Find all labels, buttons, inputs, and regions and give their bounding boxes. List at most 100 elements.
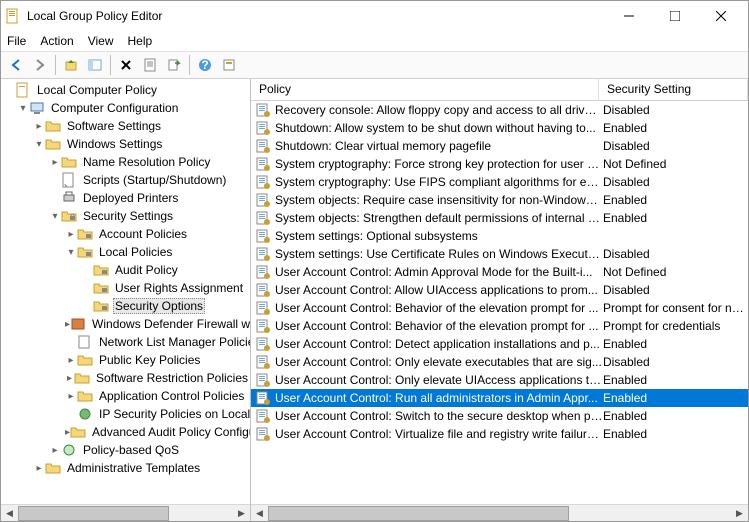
minimize-button[interactable]: [606, 1, 652, 31]
collapsed-icon[interactable]: ▸: [49, 157, 61, 168]
maximize-button[interactable]: [652, 1, 698, 31]
menu-help[interactable]: Help: [128, 34, 153, 48]
policy-name: User Account Control: Run all administra…: [275, 391, 603, 405]
tree-app-control[interactable]: ▸ Application Control Policies: [3, 387, 250, 405]
tree-name-resolution[interactable]: ▸Name Resolution Policy: [3, 153, 250, 171]
tree-scrollbar[interactable]: ◀ ▶: [1, 504, 250, 521]
help-button[interactable]: ?: [194, 54, 216, 76]
filter-button[interactable]: [218, 54, 240, 76]
policy-row[interactable]: User Account Control: Allow UIAccess app…: [251, 281, 748, 299]
back-button[interactable]: [5, 54, 27, 76]
tree-user-rights[interactable]: User Rights Assignment: [3, 279, 250, 297]
folder-icon: [45, 118, 61, 134]
tree-deployed-printers[interactable]: Deployed Printers: [3, 189, 250, 207]
collapsed-icon[interactable]: ▸: [65, 373, 74, 384]
scroll-left-icon[interactable]: ◀: [251, 505, 268, 522]
tree-label: Audit Policy: [113, 263, 180, 277]
scroll-right-icon[interactable]: ▶: [233, 505, 250, 522]
menu-action[interactable]: Action: [40, 34, 73, 48]
tree-computer-config[interactable]: ▾Computer Configuration: [3, 99, 250, 117]
expanded-icon[interactable]: ▾: [65, 247, 77, 258]
tree-local-policies[interactable]: ▾Local Policies: [3, 243, 250, 261]
tree-scripts[interactable]: Scripts (Startup/Shutdown): [3, 171, 250, 189]
tree-software-settings[interactable]: ▸Software Settings: [3, 117, 250, 135]
collapsed-icon[interactable]: ▸: [33, 121, 45, 132]
list-scrollbar[interactable]: ◀ ▶: [251, 504, 748, 521]
policy-row[interactable]: User Account Control: Only elevate UIAcc…: [251, 371, 748, 389]
expanded-icon[interactable]: ▾: [17, 103, 29, 114]
expanded-icon[interactable]: ▾: [49, 211, 61, 222]
tree-label: Application Control Policies: [97, 389, 246, 403]
policy-row[interactable]: User Account Control: Behavior of the el…: [251, 317, 748, 335]
policy-name: User Account Control: Behavior of the el…: [275, 301, 603, 315]
tree-advanced-audit[interactable]: ▸Advanced Audit Policy Configuration: [3, 423, 250, 441]
policy-row[interactable]: System settings: Use Certificate Rules o…: [251, 245, 748, 263]
policy-setting: Enabled: [603, 373, 744, 387]
tree-public-key[interactable]: ▸ Public Key Policies: [3, 351, 250, 369]
tree-admin-templates[interactable]: ▸Administrative Templates: [3, 459, 250, 477]
policy-row[interactable]: System cryptography: Use FIPS compliant …: [251, 173, 748, 191]
forward-button[interactable]: [29, 54, 51, 76]
toolbar-separator: [110, 55, 111, 75]
tree-security-options[interactable]: Security Options: [3, 297, 250, 315]
tree-account-policies[interactable]: ▸Account Policies: [3, 225, 250, 243]
policy-row[interactable]: User Account Control: Run all administra…: [251, 389, 748, 407]
tree-audit-policy[interactable]: Audit Policy: [3, 261, 250, 279]
policy-row[interactable]: System settings: Optional subsystems: [251, 227, 748, 245]
policy-setting: Enabled: [603, 193, 744, 207]
policy-row[interactable]: Shutdown: Clear virtual memory pagefileD…: [251, 137, 748, 155]
menu-view[interactable]: View: [88, 34, 114, 48]
export-button[interactable]: [163, 54, 185, 76]
policy-item-icon: [255, 246, 271, 262]
show-hide-tree-button[interactable]: [84, 54, 106, 76]
tree-windows-defender[interactable]: ▸Windows Defender Firewall with Advanced…: [3, 315, 250, 333]
properties-button[interactable]: [139, 54, 161, 76]
collapsed-icon[interactable]: ▸: [65, 391, 77, 402]
policy-row[interactable]: User Account Control: Detect application…: [251, 335, 748, 353]
tree-label: Public Key Policies: [97, 353, 202, 367]
tree-ip-security[interactable]: IP Security Policies on Local Computer: [3, 405, 250, 423]
scroll-right-icon[interactable]: ▶: [731, 505, 748, 522]
policy-list[interactable]: Recovery console: Allow floppy copy and …: [251, 101, 748, 504]
collapsed-icon[interactable]: ▸: [65, 229, 77, 240]
policy-name: User Account Control: Detect application…: [275, 337, 603, 351]
tree-windows-settings[interactable]: ▾Windows Settings: [3, 135, 250, 153]
toolbar: ?: [1, 51, 748, 79]
policy-row[interactable]: Recovery console: Allow floppy copy and …: [251, 101, 748, 119]
policy-row[interactable]: User Account Control: Only elevate execu…: [251, 353, 748, 371]
policy-row[interactable]: User Account Control: Virtualize file an…: [251, 425, 748, 443]
delete-button[interactable]: [115, 54, 137, 76]
policy-row[interactable]: System objects: Strengthen default permi…: [251, 209, 748, 227]
tree-network-list[interactable]: Network List Manager Policies: [3, 333, 250, 351]
collapsed-icon[interactable]: ▸: [33, 463, 45, 474]
column-policy[interactable]: Policy: [251, 79, 599, 100]
close-button[interactable]: [698, 1, 744, 31]
collapsed-icon[interactable]: ▸: [65, 355, 77, 366]
policy-item-icon: [255, 282, 271, 298]
folder-icon: [77, 388, 93, 404]
up-button[interactable]: [60, 54, 82, 76]
policy-row[interactable]: User Account Control: Behavior of the el…: [251, 299, 748, 317]
tree-label: Deployed Printers: [81, 191, 180, 205]
column-setting[interactable]: Security Setting: [599, 79, 748, 100]
policy-row[interactable]: Shutdown: Allow system to be shut down w…: [251, 119, 748, 137]
menu-file[interactable]: File: [7, 34, 26, 48]
policy-row[interactable]: User Account Control: Switch to the secu…: [251, 407, 748, 425]
policy-row[interactable]: System objects: Require case insensitivi…: [251, 191, 748, 209]
tree-policy-qos[interactable]: ▸Policy-based QoS: [3, 441, 250, 459]
lock-folder-icon: [93, 298, 109, 314]
policy-row[interactable]: User Account Control: Admin Approval Mod…: [251, 263, 748, 281]
policy-item-icon: [255, 102, 271, 118]
tree-software-restriction[interactable]: ▸Software Restriction Policies: [3, 369, 250, 387]
tree-label: Security Settings: [81, 209, 175, 223]
expanded-icon[interactable]: ▾: [33, 139, 45, 150]
policy-name: Recovery console: Allow floppy copy and …: [275, 103, 603, 117]
policy-row[interactable]: System cryptography: Force strong key pr…: [251, 155, 748, 173]
scroll-left-icon[interactable]: ◀: [1, 505, 18, 522]
policy-name: User Account Control: Admin Approval Mod…: [275, 265, 603, 279]
collapsed-icon[interactable]: ▸: [49, 445, 61, 456]
tree-root[interactable]: Local Computer Policy: [3, 81, 250, 99]
tree-security-settings[interactable]: ▾ Security Settings: [3, 207, 250, 225]
policy-tree[interactable]: Local Computer Policy ▾Computer Configur…: [3, 81, 250, 477]
lock-folder-icon: [93, 262, 109, 278]
